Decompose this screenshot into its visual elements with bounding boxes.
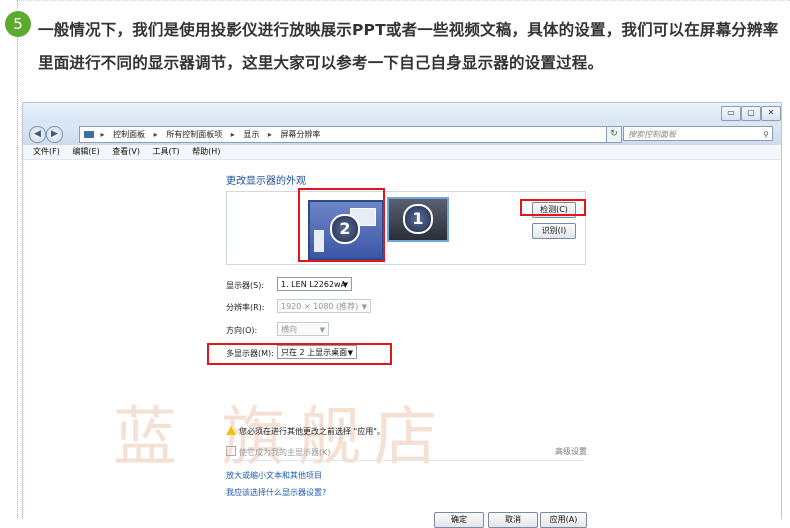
step-number-badge: 5 [5, 11, 31, 37]
menu-bar: 文件(F) 编辑(E) 查看(V) 工具(T) 帮助(H) [23, 145, 781, 160]
maximize-button[interactable]: ▢ [741, 106, 761, 121]
address-toolbar: ◀ ▶ ▸ 控制面板 ▸ 所有控制面板项 ▸ 显示 ▸ 屏幕分辨率 ↻ 搜索控制… [23, 123, 781, 145]
minimize-button[interactable]: ▭ [721, 106, 741, 121]
back-arrow-icon[interactable]: ◀ [29, 126, 46, 143]
search-input[interactable]: 搜索控制面板 ⚲ [623, 126, 773, 141]
monitor-1-number: 1 [403, 204, 433, 234]
control-panel-icon [84, 131, 94, 138]
orientation-select[interactable]: 横向 ▼ [277, 322, 329, 336]
apply-button[interactable]: 应用(A) [540, 512, 587, 528]
display-settings-content: 蓝 旗舰店 更改显示器的外观 2 1 检测(C) 识别(I) 显示器(S): 1… [23, 160, 781, 528]
refresh-icon[interactable]: ↻ [606, 126, 622, 143]
ok-button[interactable]: 确定 [434, 512, 484, 528]
address-separator: ▸ [230, 130, 235, 139]
identify-button[interactable]: 识别(I) [532, 223, 576, 239]
multi-display-label: 多显示器(M): [226, 349, 274, 358]
resolution-value: 1920 × 1080 (推荐) [281, 302, 359, 311]
breadcrumb-all-items[interactable]: 所有控制面板项 [166, 130, 222, 139]
step-guide-line [17, 0, 18, 518]
intro-paragraph: 一般情况下，我们是使用投影仪进行放映展示PPT或者一些视频文稿，具体的设置，我们… [38, 21, 779, 72]
detect-highlight [520, 199, 586, 216]
cancel-button[interactable]: 取消 [488, 512, 538, 528]
chevron-down-icon: ▼ [361, 303, 367, 311]
forward-arrow-icon[interactable]: ▶ [46, 126, 63, 143]
monitor-label: 显示器(S): [226, 281, 265, 290]
multi-display-value: 只在 2 上显示桌面 [281, 348, 348, 357]
chevron-down-icon: ▼ [342, 281, 348, 289]
display-help-link[interactable]: 我应该选择什么显示器设置? [226, 487, 326, 498]
menu-tools[interactable]: 工具(T) [153, 147, 180, 156]
address-bar[interactable]: ▸ 控制面板 ▸ 所有控制面板项 ▸ 显示 ▸ 屏幕分辨率 [79, 126, 607, 143]
advanced-settings-link[interactable]: 高级设置 [555, 446, 587, 457]
menu-view[interactable]: 查看(V) [112, 147, 140, 156]
address-separator: ▸ [153, 130, 158, 139]
menu-file[interactable]: 文件(F) [33, 147, 60, 156]
divider [226, 460, 584, 461]
primary-display-checkbox[interactable]: 使它成为我的主显示器(K) [226, 446, 331, 458]
address-separator: ▸ [100, 130, 105, 139]
checkbox-icon [226, 446, 236, 456]
monitor-value: 1. LEN L2262wA [281, 280, 347, 289]
apply-warning: 您必须在进行其他更改之前选择 "应用"。 [226, 426, 385, 437]
search-placeholder: 搜索控制面板 [628, 130, 676, 139]
resolution-select[interactable]: 1920 × 1080 (推荐) ▼ [277, 299, 371, 313]
top-dotted-rule [17, 0, 790, 1]
screen-resolution-window: ▭ ▢ ✕ ◀ ▶ ▸ 控制面板 ▸ 所有控制面板项 ▸ 显示 ▸ 屏幕分辨率 … [22, 102, 782, 528]
text-size-link[interactable]: 放大或缩小文本和其他项目 [226, 470, 322, 481]
title-bar: ▭ ▢ ✕ [23, 103, 781, 123]
primary-display-label: 使它成为我的主显示器(K) [239, 448, 331, 457]
breadcrumb-control-panel[interactable]: 控制面板 [113, 130, 145, 139]
monitor-select[interactable]: 1. LEN L2262wA ▼ [277, 277, 352, 291]
orientation-value: 横向 [281, 325, 297, 334]
close-button[interactable]: ✕ [761, 106, 781, 121]
orientation-label: 方向(O): [226, 326, 258, 335]
warning-text: 您必须在进行其他更改之前选择 "应用"。 [239, 427, 385, 436]
search-icon[interactable]: ⚲ [763, 127, 769, 142]
multi-display-select[interactable]: 只在 2 上显示桌面 ▼ [277, 345, 357, 359]
menu-help[interactable]: 帮助(H) [192, 147, 220, 156]
chevron-down-icon: ▼ [319, 326, 325, 334]
breadcrumb-screen-resolution[interactable]: 屏幕分辨率 [280, 130, 320, 139]
warning-icon [226, 426, 236, 435]
chevron-down-icon: ▼ [347, 349, 353, 357]
monitor-2-highlight [298, 188, 385, 262]
breadcrumb-display[interactable]: 显示 [243, 130, 259, 139]
address-separator: ▸ [267, 130, 272, 139]
monitor-1-tile[interactable]: 1 [387, 197, 449, 242]
page-title: 更改显示器的外观 [226, 176, 306, 187]
resolution-label: 分辨率(R): [226, 303, 265, 312]
menu-edit[interactable]: 编辑(E) [72, 147, 99, 156]
